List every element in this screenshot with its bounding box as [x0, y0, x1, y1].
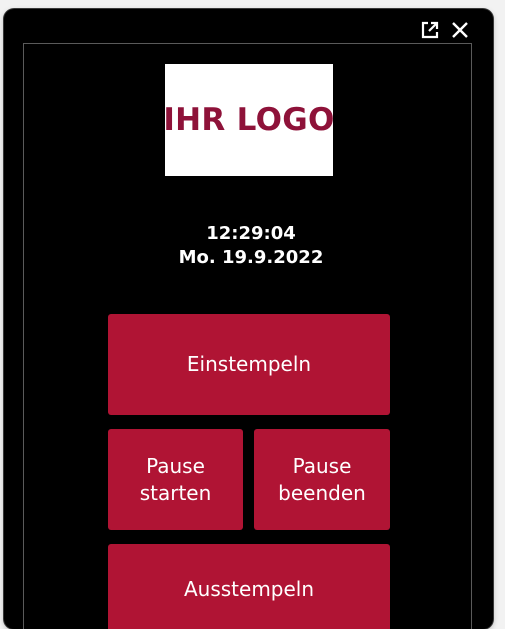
current-date: Mo. 19.9.2022	[178, 247, 324, 268]
end-pause-label-line1: Pause	[292, 453, 352, 478]
end-pause-label-line2: beenden	[278, 480, 366, 505]
external-link-icon[interactable]	[419, 19, 441, 41]
start-pause-button[interactable]: Pause starten	[108, 429, 243, 530]
current-time: 12:29:04	[206, 223, 296, 244]
close-icon[interactable]	[449, 19, 471, 41]
start-pause-label-line2: starten	[139, 480, 212, 505]
clock-in-button[interactable]: Einstempeln	[108, 314, 390, 415]
clock-in-label: Einstempeln	[186, 352, 312, 376]
time-clock-widget: IHR LOGO 12:29:04 Mo. 19.9.2022 Einstemp…	[4, 9, 493, 629]
logo-text: IHR LOGO	[163, 102, 335, 138]
company-logo: IHR LOGO	[163, 64, 335, 176]
end-pause-button[interactable]: Pause beenden	[254, 429, 390, 530]
clock-out-button[interactable]: Ausstempeln	[108, 544, 390, 629]
start-pause-label-line1: Pause	[146, 453, 205, 478]
clock-out-label: Ausstempeln	[183, 577, 315, 601]
